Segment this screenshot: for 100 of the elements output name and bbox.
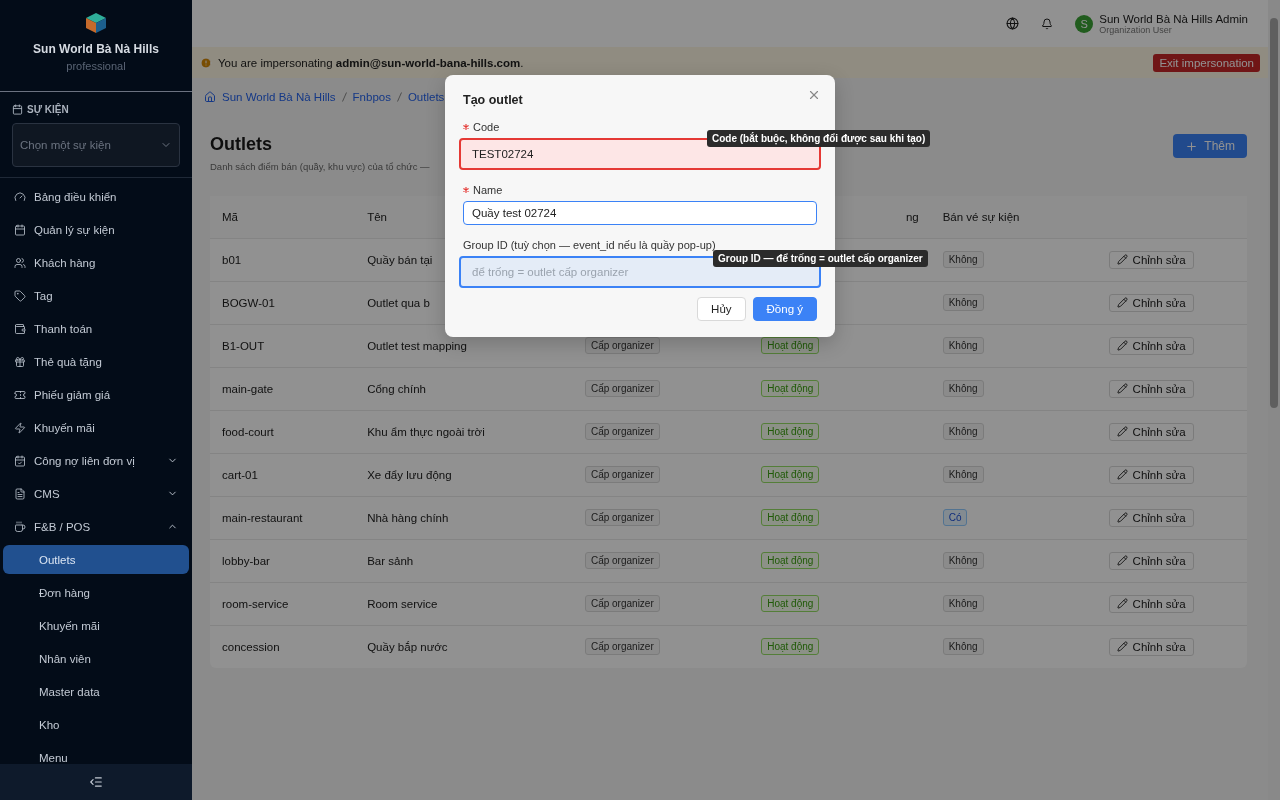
- ticket-sale-tag: Không: [942, 638, 984, 656]
- status-tag: Hoạt động: [761, 466, 820, 483]
- section-label: SỰ KIỆN: [27, 104, 69, 115]
- ticket-sale-tag: Không: [942, 337, 984, 354]
- nav-item[interactable]: Quản lý sự kiện: [0, 213, 192, 246]
- scope-tag: Cấp organizer: [584, 509, 660, 526]
- ticket-sale-tag: Không: [942, 423, 984, 440]
- status-tag: Hoạt động: [761, 595, 820, 612]
- user-name: Sun World Bà Nà Hills Admin: [1099, 12, 1248, 25]
- banner-text: You are impersonating admin@sun-world-bana-hills.com.: [218, 56, 525, 69]
- ticket-sale-tag: Không: [942, 552, 984, 569]
- calendar-icon: [12, 104, 23, 115]
- table-cell: BOGW-01: [222, 296, 275, 309]
- org-name: Sun World Bà Nà Hills: [33, 42, 159, 56]
- table-cell: Room service: [367, 597, 438, 610]
- nav-item[interactable]: Khuyến mãi: [0, 411, 192, 444]
- table-cell: food-court: [222, 425, 274, 438]
- status-tag: Hoạt động: [761, 552, 820, 569]
- warning-icon: [200, 56, 212, 69]
- page-subtitle: Danh sách điểm bán (quầy, khu vực) của tổ chức —: [210, 161, 430, 172]
- edit-button[interactable]: Chỉnh sửa: [1108, 551, 1194, 570]
- field-label: Group ID (tuỳ chọn — event_id nếu là quầy pop-up): [463, 239, 716, 251]
- scope-tag: Cấp organizer: [584, 380, 660, 397]
- table-cell: Outlet test mapping: [367, 339, 467, 352]
- slash-separator-icon: [341, 92, 347, 102]
- home-icon: [204, 91, 216, 103]
- edit-button[interactable]: Chỉnh sửa: [1108, 637, 1194, 656]
- slash-separator-icon: [396, 92, 402, 102]
- table-cell: Cổng chính: [367, 382, 426, 395]
- nav-subitem[interactable]: Đơn hàng: [3, 578, 189, 607]
- ok-button[interactable]: Đồng ý: [752, 297, 817, 321]
- status-tag: Hoạt động: [761, 423, 820, 440]
- edit-button[interactable]: Chỉnh sửa: [1108, 293, 1194, 312]
- cube-logo-icon: [85, 12, 107, 34]
- pencil-icon: [1116, 598, 1128, 609]
- edit-button[interactable]: Chỉnh sửa: [1108, 594, 1194, 613]
- pencil-icon: [1116, 512, 1128, 523]
- table-cell: b01: [222, 253, 242, 266]
- pencil-icon: [1116, 469, 1128, 480]
- nav-subitem[interactable]: Nhân viên: [3, 644, 189, 673]
- column-header: Mã: [222, 210, 238, 223]
- status-tag: Hoạt động: [761, 380, 820, 397]
- ticket-sale-tag: Không: [942, 595, 984, 612]
- close-icon: [807, 88, 821, 102]
- status-tag: Hoạt động: [761, 638, 820, 656]
- nav-item[interactable]: Phiếu giảm giá: [0, 378, 192, 411]
- nav-item[interactable]: Thẻ quà tặng: [0, 345, 192, 378]
- field-label: Code: [473, 121, 500, 133]
- nav-subitem[interactable]: Master data: [3, 677, 189, 706]
- pencil-icon: [1116, 555, 1128, 566]
- nav-subitem[interactable]: Outlets: [3, 545, 189, 574]
- pencil-icon: [1116, 426, 1128, 437]
- edit-button[interactable]: Chỉnh sửa: [1108, 250, 1194, 269]
- globe-icon[interactable]: [1006, 17, 1020, 30]
- nav-item[interactable]: F&B / POS: [0, 510, 192, 543]
- exit-impersonation-button[interactable]: Exit impersonation: [1153, 53, 1260, 72]
- nav-item[interactable]: Thanh toán: [0, 312, 192, 345]
- edit-button[interactable]: Chỉnh sửa: [1108, 508, 1194, 527]
- column-header: Bán vé sự kiện: [942, 210, 1020, 223]
- nav-subitem[interactable]: Kho: [3, 710, 189, 739]
- pencil-icon: [1116, 254, 1128, 265]
- table-cell: main-restaurant: [222, 511, 303, 524]
- pencil-icon: [1116, 383, 1128, 394]
- ticket-sale-tag: Không: [942, 466, 984, 483]
- status-tag: Hoạt động: [761, 509, 820, 526]
- edit-button[interactable]: Chỉnh sửa: [1108, 379, 1194, 398]
- close-button[interactable]: [807, 88, 821, 102]
- table-cell: Nhà hàng chính: [367, 511, 449, 524]
- edit-button[interactable]: Chỉnh sửa: [1108, 465, 1194, 484]
- tooltip: Code (bắt buộc, không đổi được sau khi tạo): [707, 130, 931, 147]
- nav-item[interactable]: Khách hàng: [0, 246, 192, 279]
- pencil-icon: [1116, 340, 1128, 351]
- nav-item[interactable]: Công nợ liên đơn vị: [0, 444, 192, 477]
- scope-tag: Cấp organizer: [584, 337, 660, 354]
- scope-tag: Cấp organizer: [584, 552, 660, 569]
- input-field[interactable]: Quầy test 02724: [463, 201, 817, 225]
- nav-item[interactable]: Tag: [0, 279, 192, 312]
- plus-icon: [1185, 139, 1199, 153]
- event-select[interactable]: Chọn một sự kiện: [12, 123, 180, 167]
- table-cell: room-service: [222, 597, 289, 610]
- status-tag: Hoạt động: [761, 337, 820, 354]
- collapse-icon[interactable]: [89, 775, 103, 789]
- table-cell: cart-01: [222, 468, 258, 481]
- ticket-sale-tag: Không: [942, 251, 984, 268]
- user-role: Organization User: [1099, 24, 1173, 35]
- column-header: ng: [905, 210, 919, 223]
- table-cell: Khu ẩm thực ngoài trời: [367, 425, 485, 438]
- pencil-icon: [1116, 297, 1128, 308]
- nav-item[interactable]: Bảng điều khiển: [0, 180, 192, 213]
- bell-icon[interactable]: [1041, 17, 1054, 30]
- edit-button[interactable]: Chỉnh sửa: [1108, 336, 1194, 355]
- table-cell: Quầy bắp nước: [367, 640, 448, 653]
- avatar: S: [1075, 14, 1094, 33]
- nav-subitem[interactable]: Menu: [3, 743, 189, 764]
- nav-subitem[interactable]: Khuyến mãi: [3, 611, 189, 640]
- nav-item[interactable]: CMS: [0, 477, 192, 510]
- scrollbar-thumb[interactable]: [1270, 18, 1278, 408]
- cancel-button[interactable]: Hủy: [697, 297, 746, 321]
- scope-tag: Cấp organizer: [584, 638, 660, 656]
- edit-button[interactable]: Chỉnh sửa: [1108, 422, 1194, 441]
